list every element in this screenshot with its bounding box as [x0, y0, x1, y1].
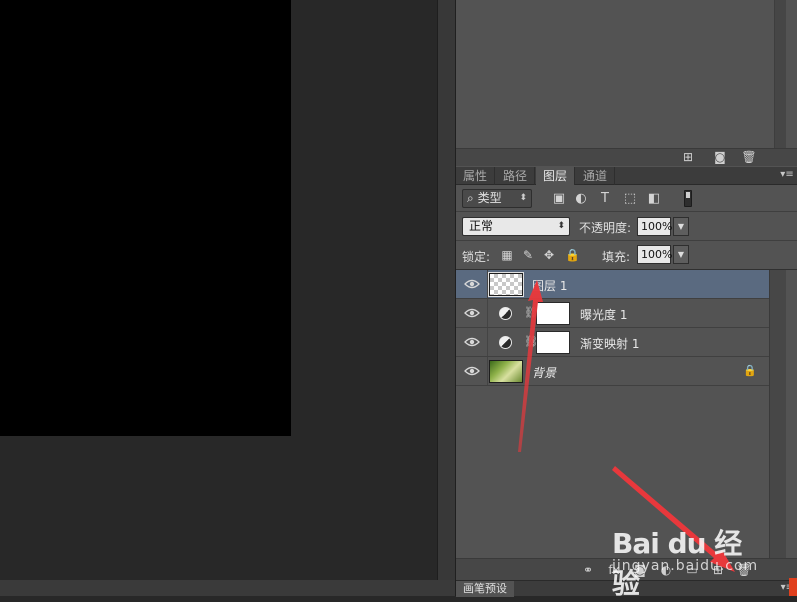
panel-gutter: [437, 0, 455, 580]
eye-icon[interactable]: [464, 277, 480, 291]
layer-filter-row: ⌕ 类型 ⬍ ▣ ◐ T ⬚ ◧: [456, 185, 797, 212]
tab-layers[interactable]: 图层: [536, 167, 576, 185]
tab-paths[interactable]: 路径: [496, 167, 536, 185]
new-document-from-state-icon[interactable]: ⊞: [679, 150, 697, 165]
layer-row-layer-1[interactable]: 图层 1: [456, 270, 769, 299]
layer-thumbnail[interactable]: [489, 360, 523, 383]
upper-panel-scrollbar[interactable]: [774, 0, 786, 148]
layers-scrollbar[interactable]: [769, 270, 786, 558]
trash-icon[interactable]: 🗑: [740, 150, 758, 165]
right-panel-dock: ⊞ ◙ 🗑 属性 路径 图层 通道 ▾≡ ⌕ 类型 ⬍ ▣ ◐ T ⬚ ◧ 正常…: [455, 0, 797, 597]
upper-panel: [456, 0, 797, 148]
blend-mode-value: 正常: [469, 219, 494, 233]
lock-all-icon[interactable]: 🔒: [565, 248, 580, 262]
upper-panel-footer: ⊞ ◙ 🗑: [456, 148, 797, 166]
tab-brush-presets[interactable]: 画笔预设: [456, 581, 514, 597]
visibility-separator: [487, 270, 488, 298]
watermark: Bai du 经验 jingyan.baidu.com: [612, 522, 762, 600]
layer-row-exposure-1[interactable]: ⛓ 曝光度 1: [456, 299, 769, 328]
watermark-url: jingyan.baidu.com: [612, 558, 759, 574]
adjustment-layer-icon[interactable]: [499, 307, 512, 320]
lock-fill-row: 锁定: ▦ ✎ ✥ 🔒 填充: 100% ▼: [456, 241, 797, 270]
opacity-dropdown-icon[interactable]: ▼: [673, 217, 689, 236]
layer-name[interactable]: 背景: [532, 364, 556, 381]
filter-kind-label: 类型: [477, 191, 502, 205]
tab-channels[interactable]: 通道: [576, 167, 616, 185]
lock-icon: 🔒: [743, 364, 757, 377]
lock-transparency-icon[interactable]: ▦: [500, 248, 514, 262]
adjustment-layer-icon[interactable]: [499, 336, 512, 349]
link-layers-icon[interactable]: ⚭: [580, 562, 596, 578]
smart-object-filter-icon[interactable]: ◧: [646, 191, 662, 207]
eye-icon[interactable]: [464, 364, 480, 378]
layer-mask-thumbnail[interactable]: [536, 302, 570, 325]
document-canvas-area[interactable]: [0, 0, 437, 580]
layer-name[interactable]: 渐变映射 1: [580, 335, 639, 352]
layers-list: 图层 1 ⛓ 曝光度 1 ⛓ 渐变映射 1 背景 🔒: [456, 270, 769, 558]
fill-dropdown-icon[interactable]: ▼: [673, 245, 689, 264]
link-icon[interactable]: ⛓: [524, 335, 538, 349]
chevron-updown-icon: ⬍: [519, 193, 527, 203]
panel-tab-bar: 属性 路径 图层 通道 ▾≡: [456, 167, 797, 185]
opacity-field[interactable]: 100%: [637, 217, 672, 236]
filter-toggle-switch[interactable]: [684, 190, 692, 207]
fill-field[interactable]: 100%: [637, 245, 672, 264]
lock-position-icon[interactable]: ✥: [542, 248, 556, 262]
blend-opacity-row: 正常 ⬍ 不透明度: 100% ▼: [456, 212, 797, 241]
eye-icon[interactable]: [464, 306, 480, 320]
search-icon: ⌕: [467, 191, 474, 205]
eye-icon[interactable]: [464, 335, 480, 349]
layer-row-background[interactable]: 背景 🔒: [456, 357, 769, 386]
visibility-separator: [487, 299, 488, 327]
layer-row-gradient-map-1[interactable]: ⛓ 渐变映射 1: [456, 328, 769, 357]
visibility-separator: [487, 357, 488, 385]
lock-label: 锁定:: [462, 250, 491, 264]
layer-mask-thumbnail[interactable]: [536, 331, 570, 354]
document-canvas[interactable]: [0, 0, 291, 436]
filter-kind-select[interactable]: ⌕ 类型 ⬍: [462, 189, 532, 208]
chevron-updown-icon: ⬍: [557, 221, 565, 231]
layer-name[interactable]: 图层 1: [532, 277, 567, 294]
lock-image-pixels-icon[interactable]: ✎: [521, 248, 535, 262]
blend-mode-select[interactable]: 正常 ⬍: [462, 217, 570, 236]
type-filter-icon[interactable]: T: [597, 191, 613, 207]
camera-icon[interactable]: ◙: [711, 150, 729, 165]
layer-thumbnail[interactable]: [488, 272, 524, 297]
fill-label: 填充:: [602, 250, 631, 264]
adjustment-filter-icon[interactable]: ◐: [573, 191, 589, 207]
opacity-label: 不透明度:: [579, 221, 632, 235]
shape-filter-icon[interactable]: ⬚: [622, 191, 638, 207]
visibility-separator: [487, 328, 488, 356]
layer-name[interactable]: 曝光度 1: [580, 306, 627, 323]
tab-properties[interactable]: 属性: [456, 167, 496, 185]
pixel-filter-icon[interactable]: ▣: [551, 191, 567, 207]
panel-menu-icon[interactable]: ▾≡: [780, 168, 794, 182]
status-strip: [0, 580, 455, 596]
red-corner-mark: [789, 578, 797, 596]
link-icon[interactable]: ⛓: [524, 306, 538, 320]
